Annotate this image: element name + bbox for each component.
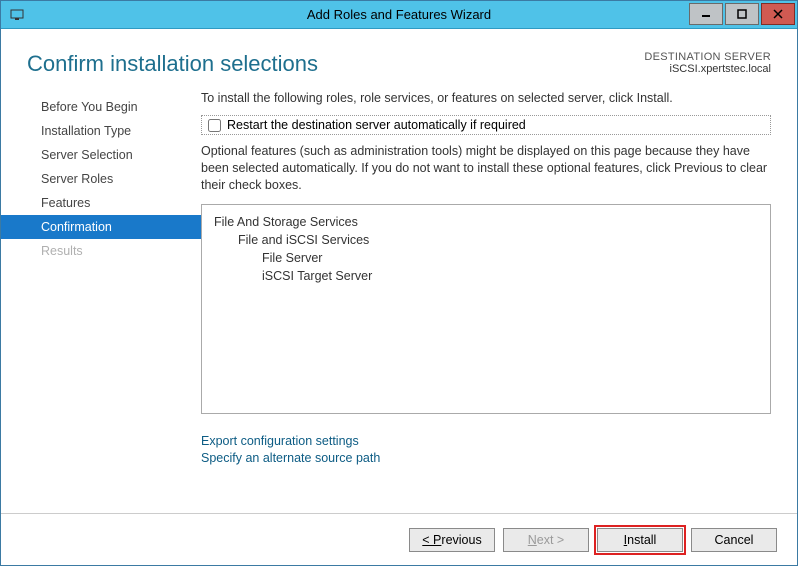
- maximize-button[interactable]: [725, 3, 759, 25]
- sidebar-item-server-selection[interactable]: Server Selection: [1, 143, 201, 167]
- optional-features-note: Optional features (such as administratio…: [201, 143, 771, 194]
- sidebar-item-server-roles[interactable]: Server Roles: [1, 167, 201, 191]
- feature-lvl2-iscsi-target: iSCSI Target Server: [214, 269, 758, 283]
- close-button[interactable]: [761, 3, 795, 25]
- titlebar: Add Roles and Features Wizard: [1, 1, 797, 29]
- sidebar-item-features[interactable]: Features: [1, 191, 201, 215]
- cancel-button[interactable]: Cancel: [691, 528, 777, 552]
- destination-server-block: DESTINATION SERVER iSCSI.xpertstec.local: [644, 51, 771, 77]
- restart-checkbox[interactable]: [208, 119, 221, 132]
- restart-checkbox-label: Restart the destination server automatic…: [227, 118, 526, 132]
- export-config-link[interactable]: Export configuration settings: [201, 434, 771, 448]
- alternate-source-link[interactable]: Specify an alternate source path: [201, 451, 771, 465]
- header: Confirm installation selections DESTINAT…: [1, 29, 797, 85]
- feature-lvl0: File And Storage Services: [214, 215, 758, 229]
- minimize-button[interactable]: [689, 3, 723, 25]
- restart-checkbox-row[interactable]: Restart the destination server automatic…: [201, 115, 771, 135]
- server-manager-icon: [7, 5, 27, 25]
- sidebar-item-results: Results: [1, 239, 201, 263]
- install-button[interactable]: Install: [597, 528, 683, 552]
- wizard-window: Add Roles and Features Wizard Confirm in…: [0, 0, 798, 566]
- body: Before You Begin Installation Type Serve…: [1, 85, 797, 513]
- sidebar: Before You Begin Installation Type Serve…: [1, 91, 201, 513]
- destination-value: iSCSI.xpertstec.local: [644, 63, 771, 75]
- next-button: Next >: [503, 528, 589, 552]
- window-controls: [689, 4, 797, 25]
- instruction-text: To install the following roles, role ser…: [201, 91, 771, 105]
- sidebar-item-confirmation[interactable]: Confirmation: [1, 215, 201, 239]
- links-block: Export configuration settings Specify an…: [201, 434, 771, 468]
- footer: < Previous Next > Install Cancel: [1, 513, 797, 565]
- sidebar-item-before-you-begin[interactable]: Before You Begin: [1, 95, 201, 119]
- page-title: Confirm installation selections: [27, 51, 318, 77]
- feature-list: File And Storage Services File and iSCSI…: [201, 204, 771, 414]
- destination-label: DESTINATION SERVER: [644, 51, 771, 63]
- window-title: Add Roles and Features Wizard: [1, 7, 797, 22]
- previous-button[interactable]: < Previous: [409, 528, 495, 552]
- sidebar-item-installation-type[interactable]: Installation Type: [1, 119, 201, 143]
- feature-lvl2-file-server: File Server: [214, 251, 758, 265]
- main-panel: To install the following roles, role ser…: [201, 91, 797, 513]
- content-area: Confirm installation selections DESTINAT…: [1, 29, 797, 565]
- feature-lvl1: File and iSCSI Services: [214, 233, 758, 247]
